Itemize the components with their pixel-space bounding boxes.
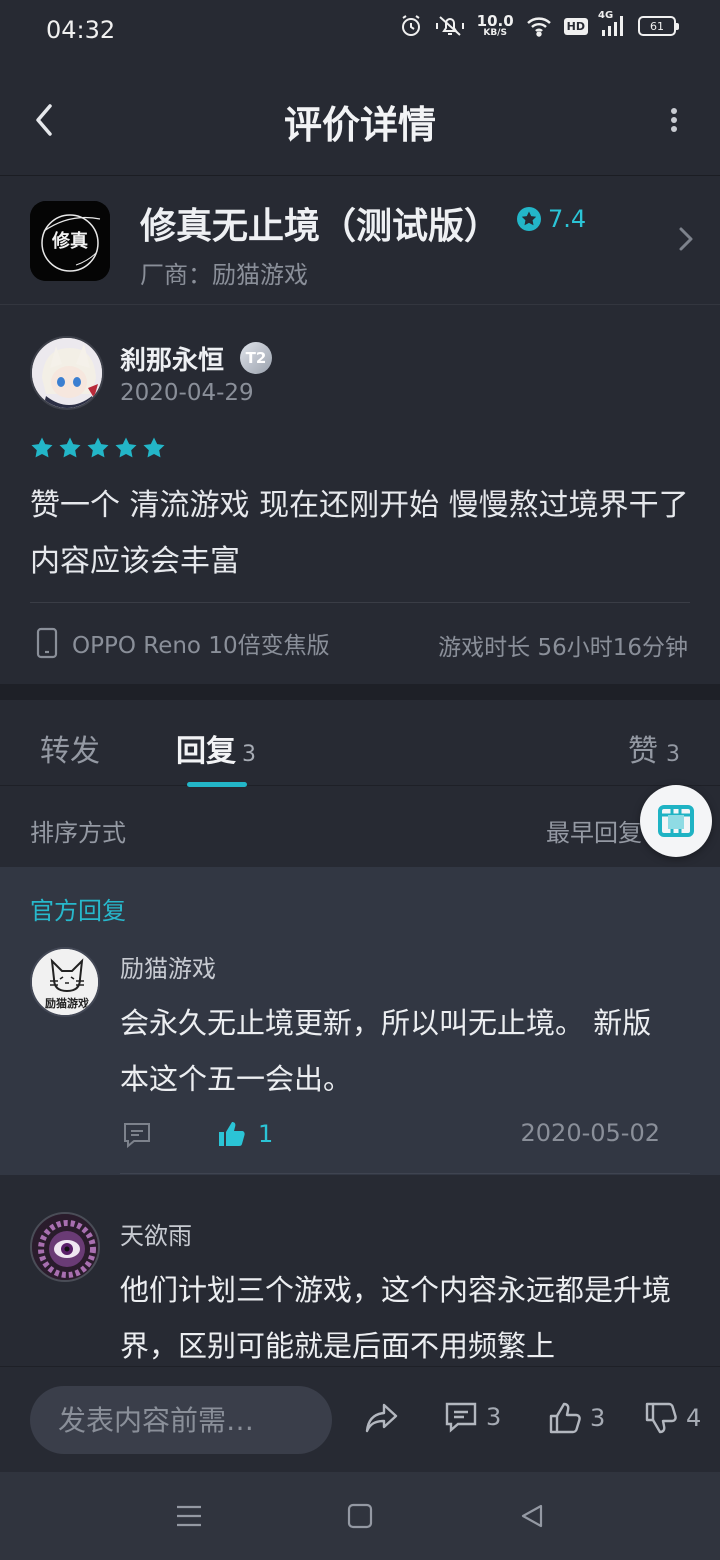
star-icon xyxy=(59,437,81,458)
tab-reply-label: 回复 xyxy=(176,734,236,769)
tab-bar: 转发 回复 3 赞3 xyxy=(0,700,720,787)
reviewer-name: 刹那永恒 xyxy=(120,346,225,376)
menu-icon xyxy=(177,1505,201,1527)
app-card[interactable]: 修真 修真无止境（测试版） 7.4 厂商：励猫游戏 xyxy=(0,177,720,305)
dislike-button[interactable]: 4 xyxy=(644,1401,701,1435)
thumbs-up-icon xyxy=(219,1122,245,1146)
app-rating-value: 7.4 xyxy=(548,205,587,233)
like-button[interactable]: 3 xyxy=(548,1401,605,1435)
reply-author: 天欲雨 xyxy=(120,1222,192,1250)
review-date: 2020-04-29 xyxy=(120,380,254,406)
reply-comment-button[interactable] xyxy=(122,1121,152,1153)
tab-likes-label: 赞 xyxy=(628,734,658,769)
comment-icon xyxy=(124,1123,150,1149)
thumbs-up-icon xyxy=(549,1402,581,1434)
divider xyxy=(30,602,690,603)
review-text: 赞一个 清流游戏 现在还刚开始 慢慢熬过境界干了内容应该会丰富 xyxy=(30,488,689,579)
comment-input[interactable] xyxy=(30,1386,332,1454)
signal-icon: 4G xyxy=(598,10,626,38)
dot xyxy=(671,117,677,123)
thumbs-down-icon xyxy=(645,1402,677,1434)
device-name: OPPO Reno 10倍变焦版 xyxy=(72,633,330,659)
network-type: 4G xyxy=(598,10,614,21)
dislike-count: 4 xyxy=(686,1404,702,1432)
status-bar: 04:32 10.0 KB/S HD 4G 61 xyxy=(0,0,720,64)
net-speed: 10.0 KB/S xyxy=(477,14,514,38)
star-icon xyxy=(87,437,109,458)
rating-star-icon xyxy=(517,207,541,231)
dot xyxy=(671,108,677,114)
star-icon xyxy=(143,437,165,458)
comment-icon xyxy=(445,1402,477,1433)
battery-level: 61 xyxy=(650,19,664,33)
tab-reply[interactable]: 回复 3 xyxy=(176,726,256,770)
net-speed-unit: KB/S xyxy=(483,28,507,38)
tab-reply-count: 3 xyxy=(242,742,256,767)
playtime: 游戏时长 56小时16分钟 xyxy=(438,635,688,661)
home-square-icon xyxy=(347,1503,373,1529)
share-button[interactable] xyxy=(364,1401,400,1439)
section-separator xyxy=(0,684,720,700)
like-count: 3 xyxy=(590,1404,606,1432)
review-detail-screen: 04:32 10.0 KB/S HD 4G 61 评价详情 修真 修真无止境（测… xyxy=(0,0,720,1560)
chevron-right-icon xyxy=(678,225,694,257)
avatar[interactable] xyxy=(30,336,104,410)
back-triangle-icon xyxy=(521,1504,543,1528)
nav-home-button[interactable] xyxy=(346,1502,374,1534)
app-name: 修真无止境（测试版） xyxy=(140,206,501,247)
cube-icon xyxy=(658,805,694,837)
list-item: 天欲雨 他们计划三个游戏，这个内容永远都是升境界，区别可能就是后面不用频繁上 xyxy=(0,1176,720,1366)
divider xyxy=(120,1173,690,1174)
app-rating: 7.4 xyxy=(516,205,586,233)
mute-icon xyxy=(435,14,465,38)
star-icon xyxy=(115,437,137,458)
page-title: 评价详情 xyxy=(283,103,436,147)
reply-author: 励猫游戏 xyxy=(120,955,216,983)
alarm-icon xyxy=(399,14,423,38)
floating-cube-button[interactable] xyxy=(640,785,712,857)
avatar[interactable] xyxy=(30,1212,100,1282)
app-icon-text: 修真 xyxy=(51,230,88,252)
sort-row: 排序方式 最早回复 xyxy=(0,787,720,867)
nav-back-button[interactable] xyxy=(518,1502,546,1534)
level-badge: T2 xyxy=(240,342,272,374)
dot xyxy=(671,126,677,132)
phone-icon xyxy=(36,627,58,659)
star-icon xyxy=(31,437,53,458)
hd-badge: HD xyxy=(563,17,588,35)
comment-button[interactable]: 3 xyxy=(444,1401,501,1433)
wifi-icon xyxy=(526,15,552,37)
more-options-button[interactable] xyxy=(662,100,686,140)
tab-likes-count: 3 xyxy=(666,742,680,767)
system-nav-bar xyxy=(0,1472,720,1560)
status-time: 04:32 xyxy=(46,16,116,44)
net-speed-value: 10.0 xyxy=(476,12,514,30)
official-reply-label: 官方回复 xyxy=(30,897,126,925)
reply-text: 他们计划三个游戏，这个内容永远都是升境界，区别可能就是后面不用频繁上 xyxy=(120,1273,672,1363)
reply-like-count: 1 xyxy=(258,1120,274,1148)
official-reply: 官方回复 励猫游戏 励猫游戏 会永久无止境更新，所以叫无止境。 新版本这个五一会… xyxy=(0,867,720,1175)
bottom-action-bar: 3 3 4 xyxy=(0,1366,720,1472)
comment-count: 3 xyxy=(486,1403,502,1431)
status-icons: 10.0 KB/S HD 4G 61 xyxy=(399,10,679,38)
battery-icon: 61 xyxy=(638,16,679,36)
reply-date: 2020-05-02 xyxy=(520,1119,660,1147)
review: 刹那永恒 T2 2020-04-29 赞一个 清流游戏 现在还刚开始 慢慢熬过境… xyxy=(0,306,720,684)
reply-like-button[interactable]: 1 xyxy=(216,1119,273,1149)
device-info: OPPO Reno 10倍变焦版 xyxy=(36,626,330,660)
tab-likes[interactable]: 赞3 xyxy=(628,726,680,770)
reply-actions: 1 2020-05-02 xyxy=(120,1119,660,1151)
share-icon xyxy=(365,1403,398,1433)
avatar-logo-text: 励猫游戏 xyxy=(45,996,89,1010)
sort-dropdown[interactable]: 最早回复 xyxy=(546,813,642,848)
star-rating xyxy=(30,436,166,460)
tab-forward[interactable]: 转发 xyxy=(40,726,100,770)
app-icon: 修真 xyxy=(30,201,110,281)
avatar[interactable]: 励猫游戏 xyxy=(30,947,100,1017)
header: 评价详情 xyxy=(0,64,720,176)
nav-menu-button[interactable] xyxy=(175,1502,203,1534)
sort-label: 排序方式 xyxy=(30,819,126,847)
reply-text: 会永久无止境更新，所以叫无止境。 新版本这个五一会出。 xyxy=(120,1006,652,1096)
app-vendor: 厂商：励猫游戏 xyxy=(140,261,308,289)
